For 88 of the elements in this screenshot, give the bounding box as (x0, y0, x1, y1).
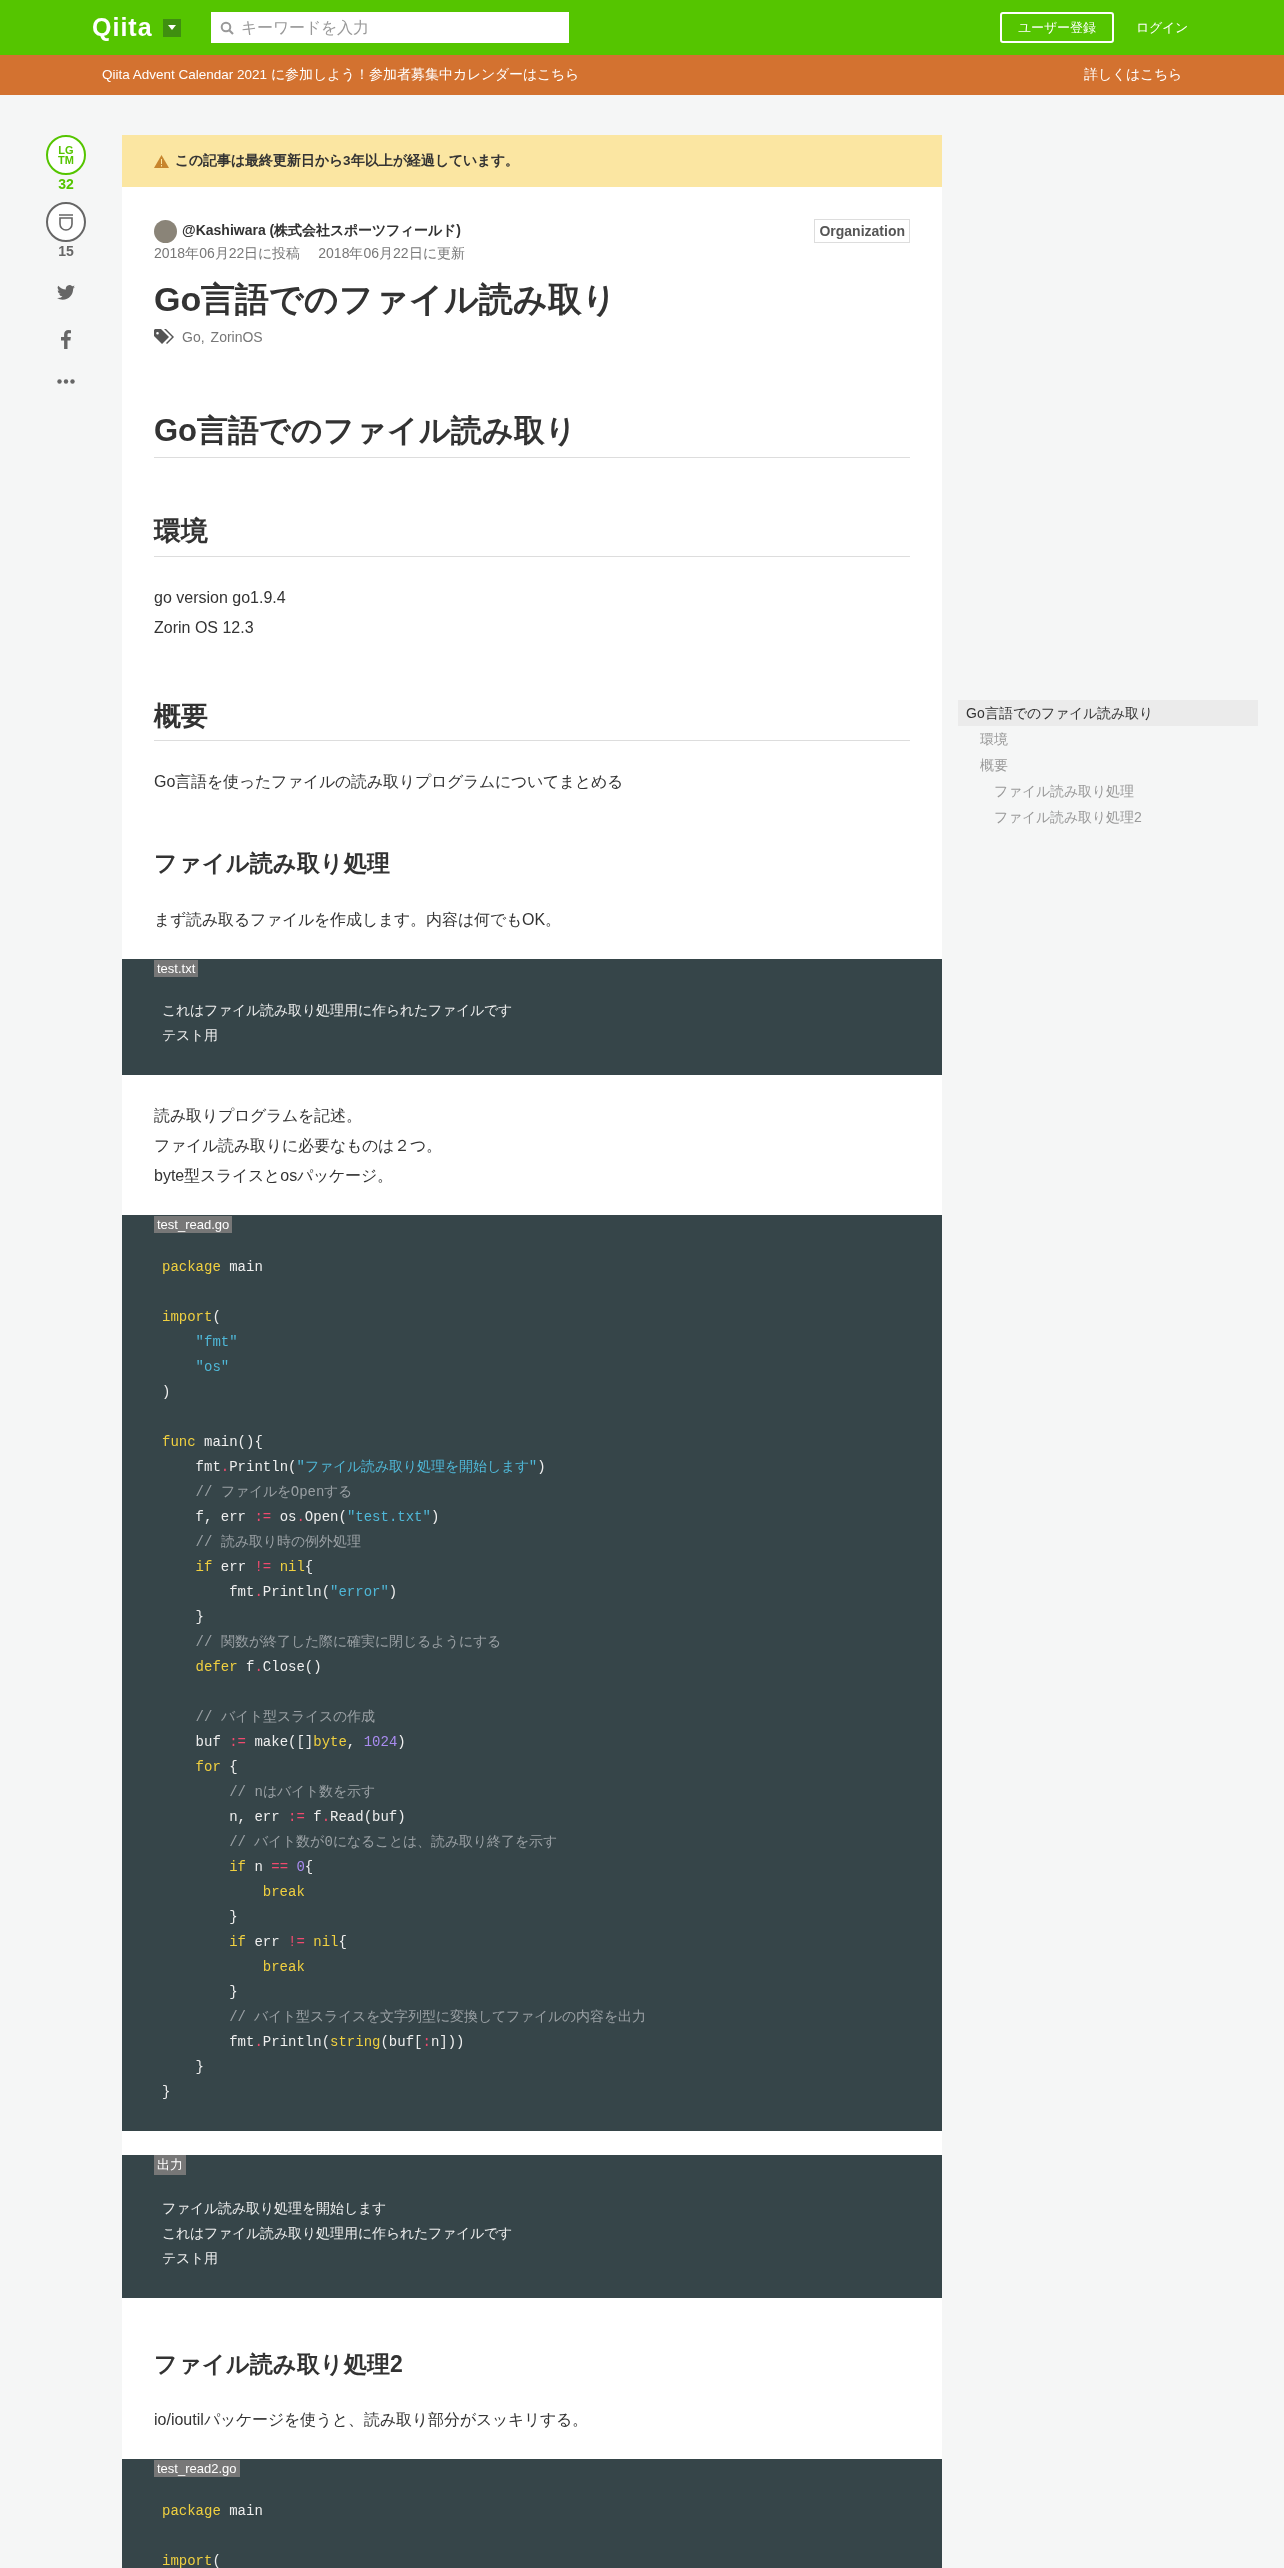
body-text: Zorin OS 12.3 (154, 618, 254, 636)
author-link[interactable]: @Kashiwara (株式会社スポーツフィールド) (182, 222, 461, 240)
toc-item[interactable]: 概要 (958, 752, 1258, 778)
site-logo[interactable]: Qiita (92, 13, 153, 42)
signup-button[interactable]: ユーザー登録 (1000, 12, 1114, 43)
code-line: } (228, 1908, 238, 1925)
tags-icon (154, 329, 176, 346)
stock-icon (57, 213, 75, 231)
stock-count: 15 (58, 243, 74, 259)
code-line: buf := make([]byte, 1024) (194, 1733, 406, 1750)
code-line: package main (162, 2503, 263, 2520)
code-line: // バイト型スライスの作成 (194, 1708, 375, 1725)
toc-item[interactable]: ファイル読み取り処理 (958, 778, 1258, 804)
code-line: fmt.Println("ファイル読み取り処理を開始します") (194, 1458, 546, 1475)
code-line: } (194, 1608, 204, 1625)
caret-icon (167, 25, 176, 30)
lgtm-button[interactable]: LG TM (46, 135, 86, 175)
body-text: io/ioutilパッケージを使うと、読み取り部分がスッキリする。 (154, 2411, 588, 2429)
posted-date: 2018年06月22日に投稿 (154, 245, 301, 263)
tag-link[interactable]: ZorinOS (210, 329, 263, 346)
code-line: import( (162, 2553, 221, 2568)
code-line: これはファイル読み取り処理用に作られたファイルです (162, 2225, 512, 2242)
organization-badge[interactable]: Organization (814, 219, 910, 243)
code-line: テスト用 (162, 1027, 218, 1044)
code-line: if n == 0{ (228, 1858, 314, 1875)
code-line: // ファイルをOpenする (194, 1483, 353, 1500)
code-line: // バイト数が0になることは、読み取り終了を示す (228, 1833, 557, 1850)
tag-separator: , (200, 329, 205, 346)
body-text: まず読み取るファイルを作成します。内容は何でもOK。 (154, 910, 562, 928)
code-filename: test.txt (154, 959, 199, 977)
banner-link[interactable]: 詳しくはこちら (1084, 66, 1182, 84)
facebook-icon[interactable] (61, 330, 71, 349)
code-line: } (194, 2058, 204, 2075)
avatar[interactable] (154, 219, 177, 243)
code-line: package main (162, 1258, 263, 1275)
code-line: "fmt" (194, 1333, 238, 1350)
body-text: 読み取りプログラムを記述。 (154, 1106, 362, 1124)
code-line: ファイル読み取り処理を開始します (162, 2200, 386, 2217)
code-line: import( (162, 1308, 221, 1325)
toc-item[interactable]: ファイル読み取り処理2 (958, 804, 1258, 830)
subsection-heading: ファイル読み取り処理2 (154, 2349, 404, 2379)
toc-item[interactable]: 環境 (958, 726, 1258, 752)
code-line: // 読み取り時の例外処理 (194, 1533, 361, 1550)
search-field[interactable]: キーワードを入力 (210, 12, 569, 43)
code-line: } (162, 2083, 171, 2100)
code-line: n, err := f.Read(buf) (228, 1808, 406, 1825)
code-line: ) (162, 1383, 171, 1400)
tag-link[interactable]: Go (182, 329, 201, 346)
code-line: // 関数が終了した際に確実に閉じるようにする (194, 1633, 501, 1650)
more-icon[interactable] (57, 379, 75, 384)
login-link[interactable]: ログイン (1136, 18, 1188, 37)
notice-text: この記事は最終更新日から3年以上が経過しています。 (175, 152, 519, 170)
code-filename: test_read2.go (154, 2460, 240, 2478)
code-line: // バイト型スライスを文字列型に変換してファイルの内容を出力 (228, 2008, 647, 2025)
code-line: fmt.Println(string(buf[:n])) (228, 2033, 465, 2050)
section-heading: Go言語でのファイル読み取り (154, 411, 910, 459)
code-line: if err != nil{ (194, 1558, 314, 1575)
banner-text: Qiita Advent Calendar 2021 に参加しよう！参加者募集中カレンダーはこちら (102, 66, 579, 84)
code-line: テスト用 (162, 2250, 218, 2267)
body-text: Go言語を使ったファイルの読み取りプログラムについてまとめる (154, 772, 624, 790)
code-filename: test_read.go (154, 1215, 233, 1233)
code-line: f, err := os.Open("test.txt") (194, 1508, 440, 1525)
toc-item[interactable]: Go言語でのファイル読み取り (958, 700, 1258, 726)
section-heading: 概要 (154, 698, 910, 741)
twitter-icon[interactable] (57, 285, 75, 300)
updated-date: 2018年06月22日に更新 (318, 245, 465, 263)
code-line: } (228, 1983, 238, 2000)
code-line: defer f.Close() (194, 1658, 322, 1675)
warning-icon (154, 154, 169, 168)
code-filename: 出力 (154, 2154, 186, 2175)
lgtm-count: 32 (58, 176, 74, 192)
code-line: fmt.Println("error") (228, 1583, 398, 1600)
body-text: go version go1.9.4 (154, 588, 286, 606)
code-line: "os" (194, 1358, 230, 1375)
stock-button[interactable] (46, 202, 86, 242)
code-line: for { (194, 1758, 238, 1775)
code-line: break (261, 1958, 305, 1975)
section-heading: 環境 (154, 514, 910, 557)
body-text: ファイル読み取りに必要なものは２つ。 (154, 1136, 442, 1154)
body-text: byte型スライスとosパッケージ。 (154, 1166, 394, 1184)
code-line: func main(){ (162, 1433, 263, 1450)
subsection-heading: ファイル読み取り処理 (154, 848, 391, 878)
code-line: break (261, 1883, 305, 1900)
code-line: これはファイル読み取り処理用に作られたファイルです (162, 1002, 512, 1019)
logo-dropdown-button[interactable] (162, 18, 181, 37)
article-title: Go言語でのファイル読み取り (154, 279, 619, 320)
code-line: if err != nil{ (228, 1933, 347, 1950)
code-line: // nはバイト数を示す (228, 1783, 375, 1800)
